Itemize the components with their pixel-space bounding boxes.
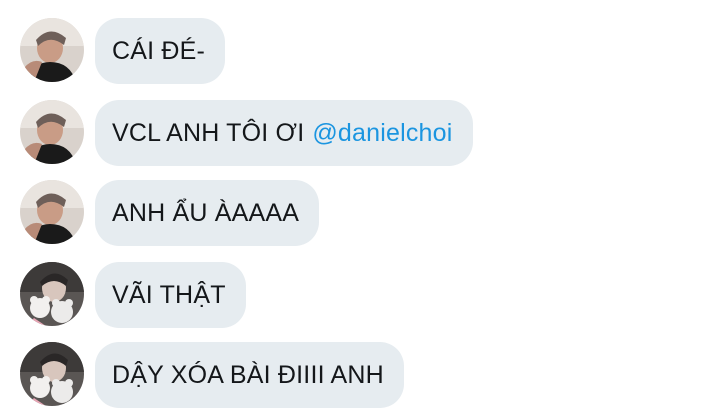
message-bubble: CÁI ĐÉ- xyxy=(95,18,226,84)
chat-thread: CÁI ĐÉ- VCL ANH TÔI ƠI @danielchoi ANH Ẩ… xyxy=(0,0,711,418)
message-bubble: VCL ANH TÔI ƠI @danielchoi xyxy=(95,100,473,166)
avatar[interactable] xyxy=(20,342,84,406)
message-text: CÁI ĐÉ- xyxy=(112,36,206,65)
message-text: ANH ẨU ÀAAAA xyxy=(112,198,300,227)
mention-link[interactable]: @danielchoi xyxy=(312,119,452,148)
avatar[interactable] xyxy=(20,180,84,244)
message-bubble: VÃI THẬT xyxy=(95,262,246,328)
avatar[interactable] xyxy=(20,262,84,326)
message-bubble: DẬY XÓA BÀI ĐIIII ANH xyxy=(95,342,404,408)
avatar[interactable] xyxy=(20,100,84,164)
message-text: VÃI THẬT xyxy=(112,280,226,309)
avatar[interactable] xyxy=(20,18,84,82)
message-text: VCL ANH TÔI ƠI xyxy=(112,118,305,147)
message-bubble: ANH ẨU ÀAAAA xyxy=(95,180,320,246)
message-text: DẬY XÓA BÀI ĐIIII ANH xyxy=(112,360,384,389)
